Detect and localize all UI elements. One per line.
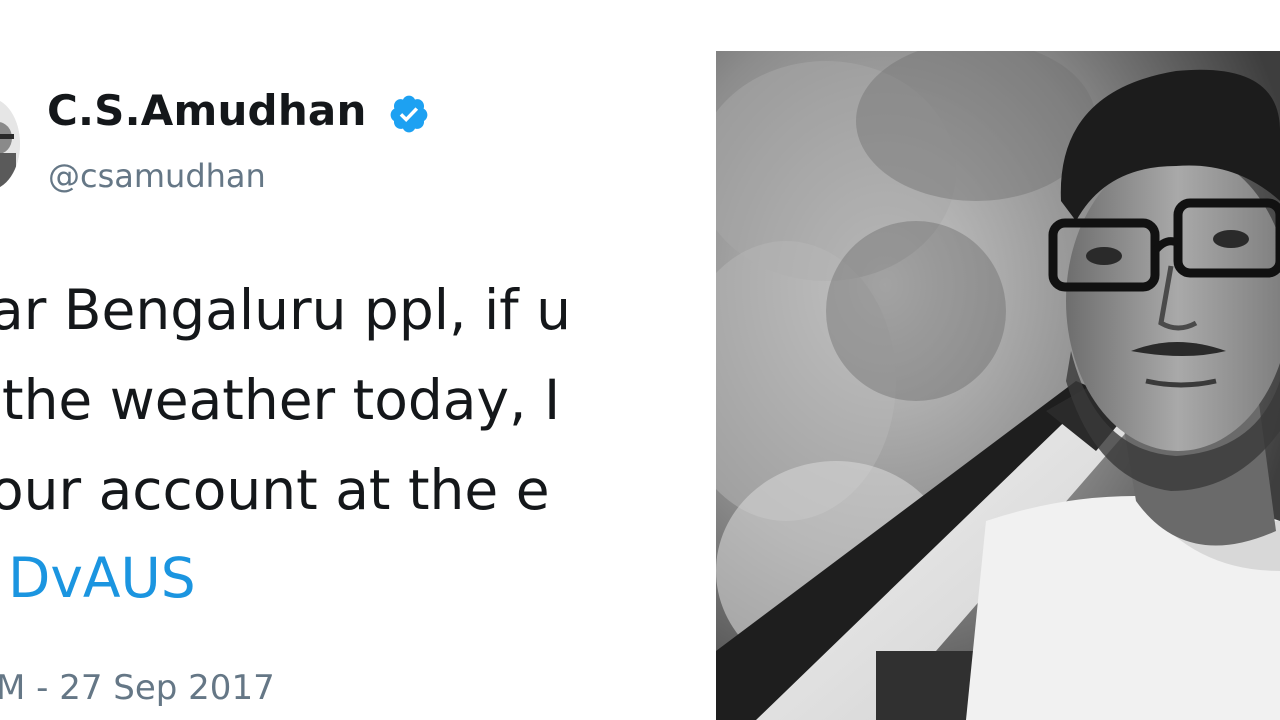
portrait-image — [716, 51, 1280, 720]
profile-avatar[interactable] — [0, 98, 20, 190]
hashtag-link[interactable]: DvAUS — [8, 551, 196, 606]
screenshot-stage: C.S.Amudhan @csamudhan ar Bengaluru ppl,… — [0, 0, 1280, 720]
tweet-timestamp[interactable]: M - 27 Sep 2017 — [0, 668, 275, 708]
tweet-text-line: our account at the e — [0, 458, 550, 522]
author-handle[interactable]: @csamudhan — [48, 157, 266, 195]
avatar-icon — [0, 98, 20, 190]
tweet-text-line: the weather today, I — [2, 368, 561, 432]
verified-badge-icon — [390, 95, 428, 133]
tweet-card: C.S.Amudhan @csamudhan ar Bengaluru ppl,… — [0, 0, 716, 720]
portrait-photo — [716, 51, 1280, 720]
author-display-name[interactable]: C.S.Amudhan — [47, 86, 367, 135]
tweet-text-line: ar Bengaluru ppl, if u — [0, 278, 571, 342]
